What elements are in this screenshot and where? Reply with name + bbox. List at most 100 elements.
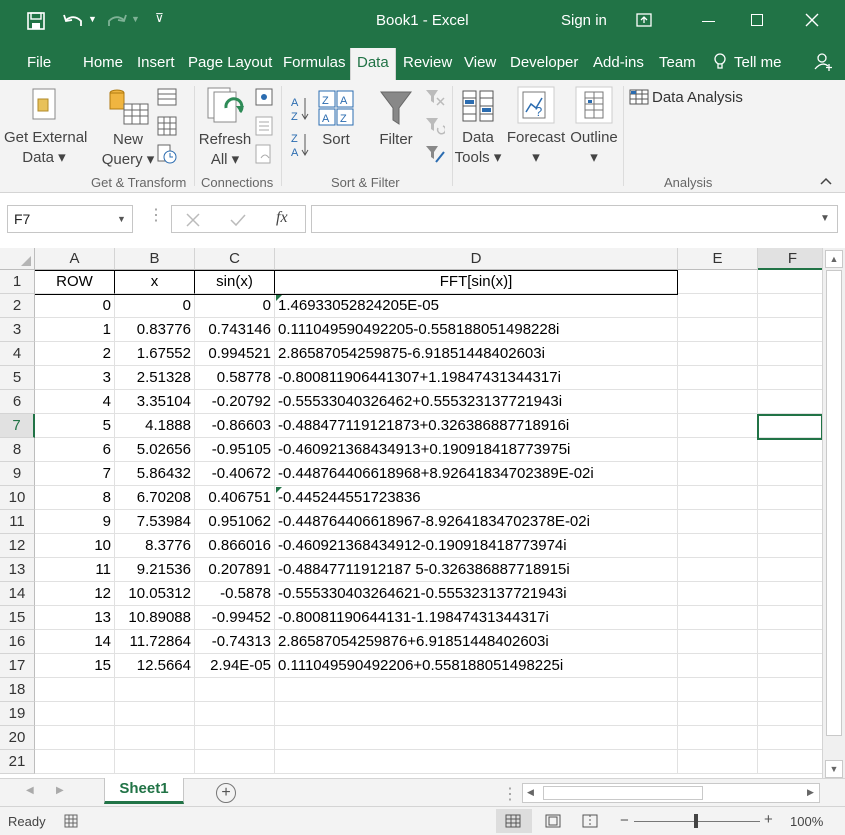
cell-d19[interactable] [275,702,678,726]
cell-c10[interactable]: 0.406751 [195,486,275,510]
row-header-7[interactable]: 7 [0,414,35,438]
macro-recording-icon[interactable] [64,814,80,828]
cell-c4[interactable]: 0.994521 [195,342,275,366]
get-external-data-button[interactable]: Get External Data ▾ [4,128,87,168]
cell-b1[interactable]: x [115,270,195,294]
scroll-left-button[interactable]: ◀ [527,787,534,798]
cell-c20[interactable] [195,726,275,750]
select-all-corner[interactable] [0,248,35,270]
row-header-15[interactable]: 15 [0,606,35,630]
cell-b14[interactable]: 10.05312 [115,582,195,606]
cell-c19[interactable] [195,702,275,726]
column-header-a[interactable]: A [35,248,115,270]
recent-sources-icon[interactable] [157,144,177,164]
column-header-f[interactable]: F [758,248,822,270]
tab-developer[interactable]: Developer [510,54,578,71]
tell-me-box[interactable]: Tell me [734,54,782,71]
cell-b10[interactable]: 6.70208 [115,486,195,510]
sign-in-link[interactable]: Sign in [561,12,607,29]
cell-d2[interactable]: 1.46933052824205E-05 [275,294,678,318]
next-sheet-icon[interactable]: ▶ [56,785,64,796]
cell-b21[interactable] [115,750,195,774]
tab-insert[interactable]: Insert [137,54,175,71]
cell-c9[interactable]: -0.40672 [195,462,275,486]
column-header-d[interactable]: D [275,248,678,270]
cell-b13[interactable]: 9.21536 [115,558,195,582]
show-queries-icon[interactable] [157,88,177,106]
cell-d18[interactable] [275,678,678,702]
cell-f17[interactable] [758,654,822,678]
row-header-2[interactable]: 2 [0,294,35,318]
cell-e2[interactable] [678,294,758,318]
tab-team[interactable]: Team [659,54,696,71]
cell-a1[interactable]: ROW [35,270,115,294]
tab-data[interactable]: Data [350,48,396,80]
cell-d7[interactable]: -0.488477119121873+0.326386887718916i [275,414,678,438]
from-table-icon[interactable] [157,116,177,136]
cell-d1[interactable]: FFT[sin(x)] [275,270,678,294]
cell-a18[interactable] [35,678,115,702]
cell-b15[interactable]: 10.89088 [115,606,195,630]
cell-a12[interactable]: 10 [35,534,115,558]
cell-e10[interactable] [678,486,758,510]
prev-sheet-icon[interactable]: ◀ [26,785,34,796]
normal-view-icon[interactable] [505,814,521,828]
cell-b12[interactable]: 8.3776 [115,534,195,558]
row-header-12[interactable]: 12 [0,534,35,558]
cell-d9[interactable]: -0.448764406618968+8.92641834702389E-02i [275,462,678,486]
cell-d5[interactable]: -0.800811906441307+1.19847431344317i [275,366,678,390]
cell-c8[interactable]: -0.95105 [195,438,275,462]
cell-b2[interactable]: 0 [115,294,195,318]
cell-f2[interactable] [758,294,822,318]
cell-b11[interactable]: 7.53984 [115,510,195,534]
cell-d14[interactable]: -0.555330403264621-0.555323137721943i [275,582,678,606]
cell-f18[interactable] [758,678,822,702]
cell-f19[interactable] [758,702,822,726]
tab-add-ins[interactable]: Add-ins [593,54,644,71]
cell-f15[interactable] [758,606,822,630]
cell-d11[interactable]: -0.448764406618967-8.92641834702378E-02i [275,510,678,534]
tab-view[interactable]: View [464,54,496,71]
data-analysis-button[interactable]: Data Analysis [652,89,743,106]
zoom-out-icon[interactable]: − [620,812,629,829]
row-header-14[interactable]: 14 [0,582,35,606]
cell-e14[interactable] [678,582,758,606]
cell-e18[interactable] [678,678,758,702]
cell-d13[interactable]: -0.48847711912187 5-0.326386887718915i [275,558,678,582]
cell-b6[interactable]: 3.35104 [115,390,195,414]
refresh-all-button[interactable]: Refresh All ▾ [196,130,254,170]
scroll-down-button[interactable]: ▼ [825,760,843,778]
cell-e20[interactable] [678,726,758,750]
cell-e6[interactable] [678,390,758,414]
sheet-tab-sheet1[interactable]: Sheet1 [104,778,184,804]
row-header-1[interactable]: 1 [0,270,35,294]
cell-f16[interactable] [758,630,822,654]
row-header-4[interactable]: 4 [0,342,35,366]
cell-d3[interactable]: 0.111049590492205-0.558188051498228i [275,318,678,342]
expand-formula-bar-icon[interactable]: ▼ [820,213,830,224]
outline-button[interactable]: Outline ▾ [566,128,622,168]
cell-f8[interactable] [758,438,822,462]
cell-e13[interactable] [678,558,758,582]
maximize-icon[interactable] [751,14,763,26]
cell-e15[interactable] [678,606,758,630]
row-header-5[interactable]: 5 [0,366,35,390]
cell-c5[interactable]: 0.58778 [195,366,275,390]
row-header-17[interactable]: 17 [0,654,35,678]
cell-a11[interactable]: 9 [35,510,115,534]
insert-function-icon[interactable]: fx [276,209,288,227]
row-header-18[interactable]: 18 [0,678,35,702]
sort-button[interactable]: Sort [318,130,354,150]
cell-f4[interactable] [758,342,822,366]
cell-f10[interactable] [758,486,822,510]
cell-f5[interactable] [758,366,822,390]
cell-a7[interactable]: 5 [35,414,115,438]
cell-b5[interactable]: 2.51328 [115,366,195,390]
scroll-thumb[interactable] [826,270,842,736]
zoom-in-icon[interactable]: + [764,811,773,828]
ribbon-display-options-icon[interactable] [636,13,652,27]
cell-a20[interactable] [35,726,115,750]
cell-c21[interactable] [195,750,275,774]
advanced-filter-icon[interactable] [425,144,445,164]
cell-a8[interactable]: 6 [35,438,115,462]
